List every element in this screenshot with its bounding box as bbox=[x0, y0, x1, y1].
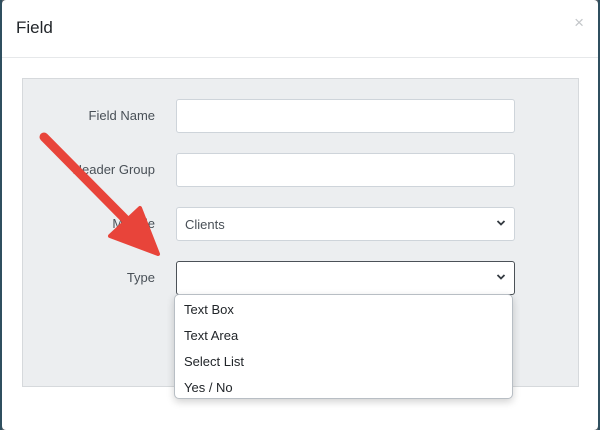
header-group-label: Header Group bbox=[72, 162, 155, 177]
dropdown-option-text-box[interactable]: Text Box bbox=[175, 297, 512, 323]
type-dropdown-menu: Text Box Text Area Select List Yes / No bbox=[174, 294, 513, 399]
header-group-row: Header Group bbox=[23, 153, 578, 187]
header-group-input[interactable] bbox=[176, 153, 515, 187]
type-select[interactable] bbox=[176, 261, 515, 295]
dropdown-option-select-list[interactable]: Select List bbox=[175, 349, 512, 375]
modal-title: Field bbox=[16, 18, 53, 37]
chevron-down-icon bbox=[496, 220, 506, 226]
dropdown-option-yes-no[interactable]: Yes / No bbox=[175, 375, 512, 401]
field-name-label: Field Name bbox=[88, 108, 155, 123]
dropdown-option-text-area[interactable]: Text Area bbox=[175, 323, 512, 349]
module-select[interactable]: Clients bbox=[176, 207, 515, 241]
chevron-down-icon bbox=[496, 274, 506, 280]
module-select-value: Clients bbox=[185, 217, 225, 232]
module-label: Module bbox=[112, 216, 155, 231]
type-row: Type bbox=[23, 261, 578, 295]
module-row: Module Clients bbox=[23, 207, 578, 241]
close-icon[interactable]: × bbox=[574, 14, 584, 31]
field-name-input[interactable] bbox=[176, 99, 515, 133]
field-name-row: Field Name bbox=[23, 99, 578, 133]
type-label: Type bbox=[126, 270, 155, 285]
modal-header: Field × bbox=[2, 0, 598, 58]
